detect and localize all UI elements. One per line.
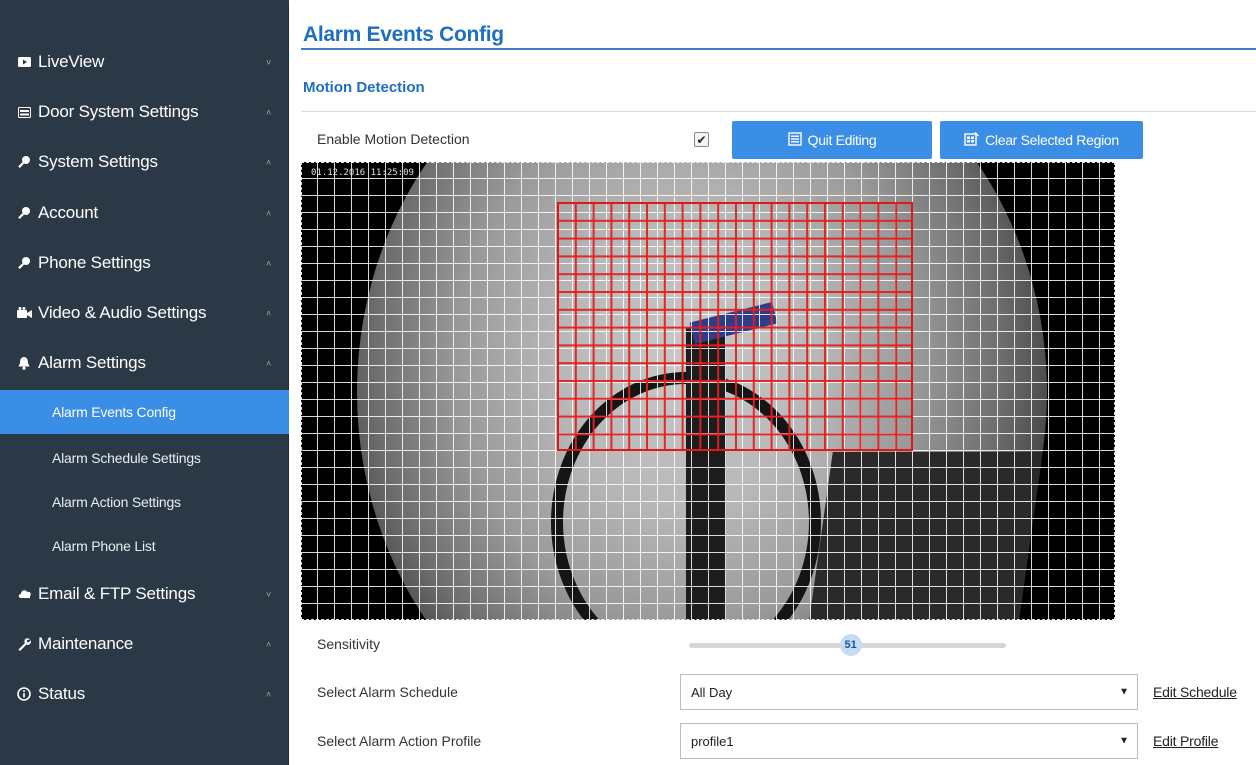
sidebar-item-label: Status xyxy=(38,684,85,703)
edit-schedule-link[interactable]: Edit Schedule xyxy=(1153,684,1237,700)
chevron-up-icon: ˄ xyxy=(265,157,271,168)
alarm-schedule-value: All Day xyxy=(691,684,733,700)
dropdown-caret-icon: ▼ xyxy=(1119,735,1129,747)
sidebar-item-label: Maintenance xyxy=(38,634,134,653)
sidebar: LiveView ˅ Door System Settings ˄ System… xyxy=(0,0,289,765)
clear-selected-region-button[interactable]: Clear Selected Region xyxy=(940,121,1143,159)
clear-grid-icon xyxy=(964,131,980,149)
sidebar-item-label: Phone Settings xyxy=(38,253,151,272)
chevron-down-icon: ˅ xyxy=(265,589,271,600)
motion-detection-canvas[interactable]: 01.12.2016 11:25:09 xyxy=(301,162,1115,620)
alarm-schedule-label: Select Alarm Schedule xyxy=(317,684,458,700)
quit-editing-label: Quit Editing xyxy=(807,132,877,148)
sidebar-item-label: Email & FTP Settings xyxy=(38,584,196,603)
section-divider xyxy=(301,111,1256,112)
key-icon xyxy=(16,205,32,221)
sensitivity-label: Sensitivity xyxy=(317,636,381,652)
list-box-icon xyxy=(787,131,802,149)
sidebar-subitem-alarm-action-settings[interactable]: Alarm Action Settings xyxy=(0,480,289,524)
section-title: Motion Detection xyxy=(303,79,425,96)
sidebar-item-label: Alarm Settings xyxy=(38,353,146,372)
sidebar-item-maintenance[interactable]: Maintenance ˄ xyxy=(0,619,289,669)
chevron-up-icon: ˄ xyxy=(265,639,271,650)
sidebar-item-liveview[interactable]: LiveView ˅ xyxy=(0,37,289,87)
bell-icon xyxy=(16,355,32,371)
title-divider xyxy=(301,48,1256,50)
chevron-up-icon: ˄ xyxy=(265,689,271,700)
enable-motion-detection-checkbox[interactable]: ✔ xyxy=(694,132,709,147)
sidebar-item-account[interactable]: Account ˄ xyxy=(0,188,289,238)
edit-profile-link[interactable]: Edit Profile xyxy=(1153,733,1218,749)
checkmark-icon: ✔ xyxy=(696,132,707,147)
sensitivity-slider-handle[interactable]: 51 xyxy=(839,634,862,656)
chevron-up-icon: ˄ xyxy=(265,208,271,219)
alarm-action-profile-select[interactable]: profile1 ▼ xyxy=(680,723,1138,759)
chevron-up-icon: ˄ xyxy=(265,358,271,369)
sidebar-item-label: Video & Audio Settings xyxy=(38,303,207,322)
selected-motion-region[interactable] xyxy=(557,202,913,451)
key-icon xyxy=(16,154,32,170)
sidebar-item-status[interactable]: Status ˄ xyxy=(0,669,289,719)
chevron-up-icon: ˄ xyxy=(265,258,271,269)
key-icon xyxy=(16,255,32,271)
sidebar-item-label: Account xyxy=(38,203,99,222)
cloud-icon xyxy=(16,586,32,602)
alarm-action-profile-label: Select Alarm Action Profile xyxy=(317,733,482,749)
chevron-down-icon: ˅ xyxy=(265,57,271,68)
chevron-up-icon: ˄ xyxy=(265,308,271,319)
page-title: Alarm Events Config xyxy=(303,23,504,46)
sidebar-item-email-ftp-settings[interactable]: Email & FTP Settings ˅ xyxy=(0,569,289,619)
sidebar-item-phone-settings[interactable]: Phone Settings ˄ xyxy=(0,238,289,288)
video-icon xyxy=(16,305,32,321)
alarm-schedule-select[interactable]: All Day ▼ xyxy=(680,674,1138,710)
sidebar-item-label: LiveView xyxy=(38,52,105,71)
sidebar-subitem-alarm-phone-list[interactable]: Alarm Phone List xyxy=(0,524,289,568)
sidebar-item-label: Door System Settings xyxy=(38,102,199,121)
alarm-action-profile-value: profile1 xyxy=(691,733,734,749)
quit-editing-button[interactable]: Quit Editing xyxy=(732,121,932,159)
sidebar-subitem-alarm-schedule-settings[interactable]: Alarm Schedule Settings xyxy=(0,436,289,480)
info-icon xyxy=(16,686,32,702)
sidebar-item-door-system-settings[interactable]: Door System Settings ˄ xyxy=(0,87,289,137)
sidebar-item-alarm-settings[interactable]: Alarm Settings ˄ xyxy=(0,338,289,388)
sidebar-item-label: System Settings xyxy=(38,152,158,171)
sidebar-item-system-settings[interactable]: System Settings ˄ xyxy=(0,137,289,187)
enable-motion-detection-label: Enable Motion Detection xyxy=(317,131,470,147)
wrench-icon xyxy=(16,636,32,652)
main-content: Alarm Events Config Motion Detection Ena… xyxy=(289,0,1256,765)
door-panel-icon xyxy=(16,104,32,120)
clear-selected-region-label: Clear Selected Region xyxy=(985,132,1119,148)
play-icon xyxy=(16,54,32,70)
dropdown-caret-icon: ▼ xyxy=(1119,686,1129,698)
sidebar-item-video-audio-settings[interactable]: Video & Audio Settings ˄ xyxy=(0,288,289,338)
chevron-up-icon: ˄ xyxy=(265,107,271,118)
camera-timestamp: 01.12.2016 11:25:09 xyxy=(311,168,414,178)
sidebar-subitem-alarm-events-config[interactable]: Alarm Events Config xyxy=(0,390,289,434)
